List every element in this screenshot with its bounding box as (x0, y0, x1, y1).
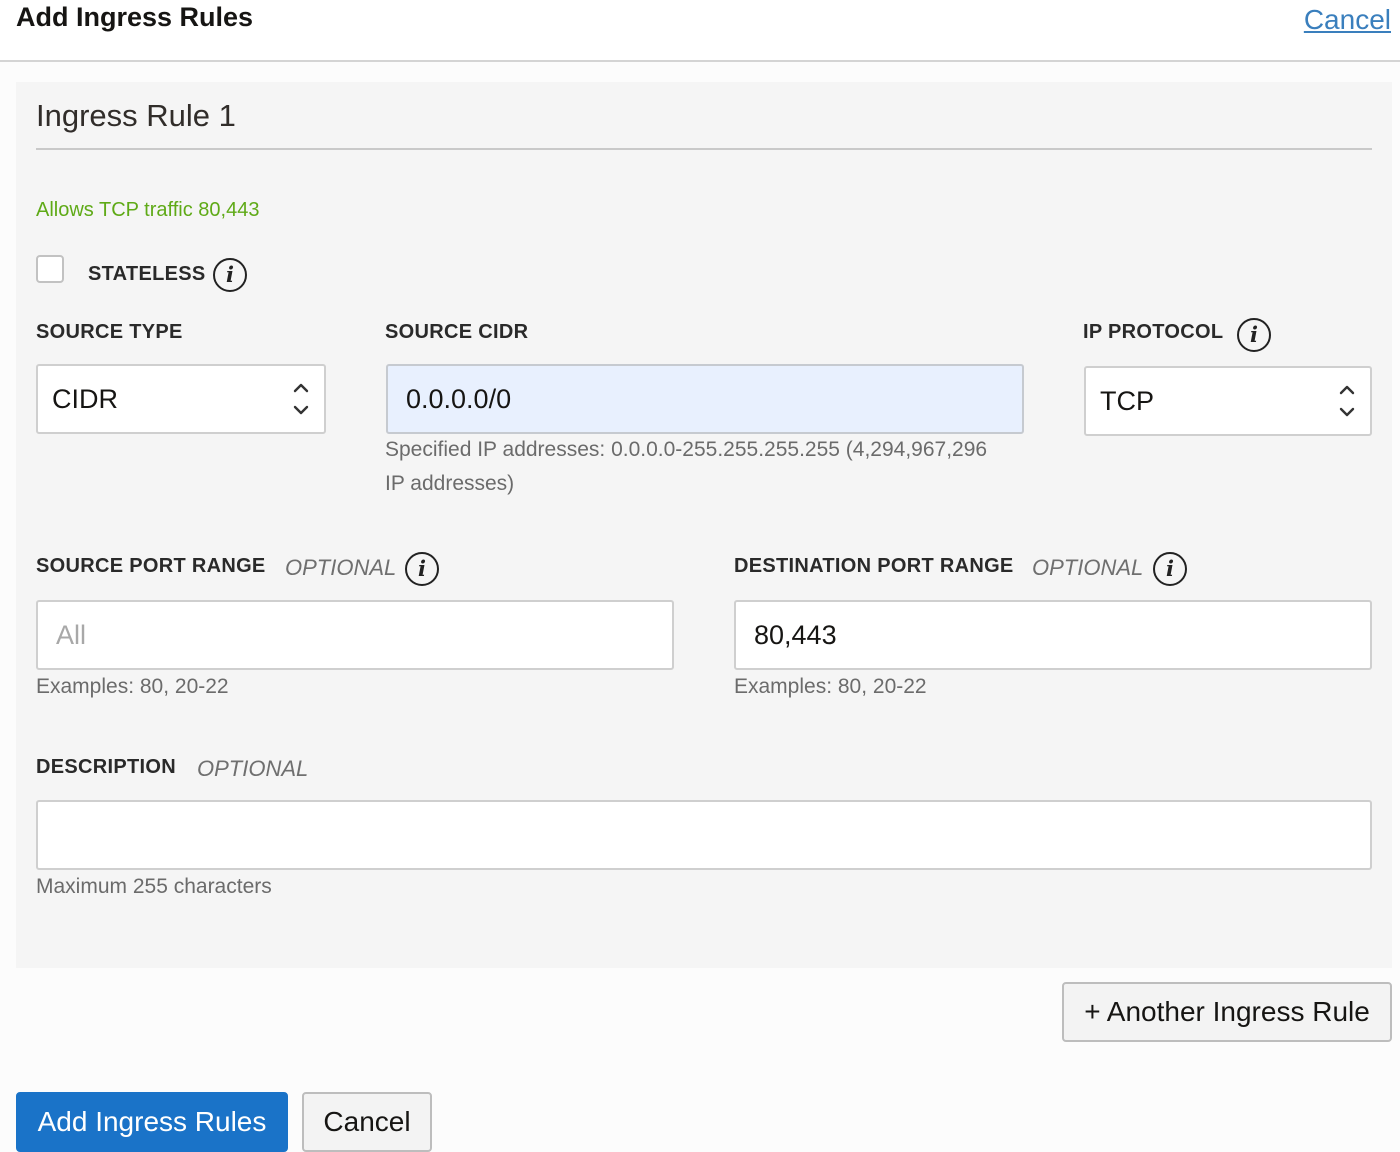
ingress-rule-panel: Ingress Rule 1 Allows TCP traffic 80,443… (16, 82, 1392, 968)
description-input[interactable] (36, 800, 1372, 870)
ip-protocol-select[interactable]: TCP (1084, 366, 1372, 436)
dialog-title: Add Ingress Rules (16, 2, 254, 32)
source-type-select[interactable]: CIDR (36, 364, 326, 434)
description-label: DESCRIPTION (36, 756, 176, 778)
add-another-ingress-rule-button[interactable]: + Another Ingress Rule (1062, 982, 1392, 1042)
source-cidr-input[interactable]: 0.0.0.0/0 (386, 364, 1024, 434)
description-hint: Maximum 255 characters (36, 875, 272, 898)
source-cidr-value: 0.0.0.0/0 (406, 383, 512, 414)
rule-title: Ingress Rule 1 (36, 98, 236, 133)
destination-port-range-value: 80,443 (754, 619, 837, 650)
select-chevrons-icon (292, 383, 310, 415)
destination-port-range-input[interactable]: 80,443 (734, 600, 1372, 670)
source-cidr-label: SOURCE CIDR (385, 321, 529, 343)
add-ingress-rules-button[interactable]: Add Ingress Rules (16, 1092, 288, 1152)
header-cancel-link[interactable]: Cancel (1304, 4, 1391, 36)
destination-port-range-info-icon[interactable]: i (1153, 552, 1187, 586)
ip-protocol-label: IP PROTOCOL (1083, 321, 1224, 343)
cancel-button[interactable]: Cancel (302, 1092, 432, 1152)
source-cidr-hint-line1: Specified IP addresses: 0.0.0.0-255.255.… (385, 438, 988, 461)
stateless-info-icon[interactable]: i (213, 258, 247, 292)
stateless-label: STATELESS (88, 263, 206, 285)
destination-port-range-optional: OPTIONAL (1032, 555, 1144, 580)
ip-protocol-value: TCP (1100, 385, 1154, 416)
source-cidr-hint-line2: IP addresses) (385, 472, 515, 495)
stateless-checkbox[interactable] (36, 255, 64, 283)
source-port-range-placeholder: All (56, 619, 87, 650)
source-port-range-optional: OPTIONAL (285, 555, 397, 580)
rule-divider (36, 148, 1372, 150)
description-optional: OPTIONAL (197, 756, 309, 781)
select-chevrons-icon (1338, 385, 1356, 417)
dialog-header: Add Ingress Rules Cancel (0, 0, 1400, 62)
rule-summary: Allows TCP traffic 80,443 (36, 199, 260, 221)
ip-protocol-info-icon[interactable]: i (1237, 318, 1271, 352)
source-port-range-label: SOURCE PORT RANGE (36, 555, 266, 577)
source-type-value: CIDR (52, 383, 118, 414)
source-port-range-hint: Examples: 80, 20-22 (36, 675, 229, 698)
destination-port-range-hint: Examples: 80, 20-22 (734, 675, 927, 698)
destination-port-range-label: DESTINATION PORT RANGE (734, 555, 1014, 577)
source-port-range-input[interactable]: All (36, 600, 674, 670)
source-port-range-info-icon[interactable]: i (405, 552, 439, 586)
source-type-label: SOURCE TYPE (36, 321, 183, 343)
